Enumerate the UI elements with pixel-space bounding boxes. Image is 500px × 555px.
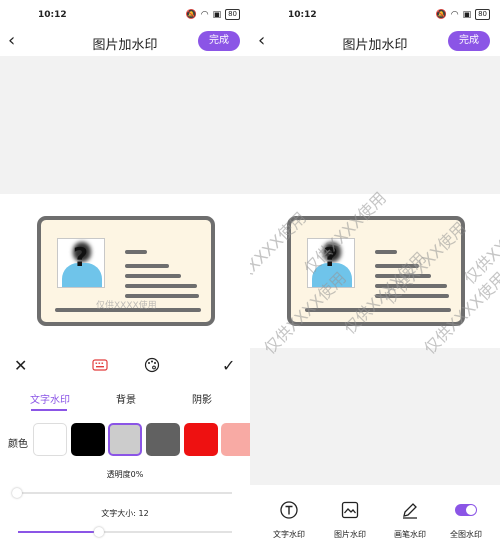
- text-watermark-button[interactable]: 文字水印: [261, 499, 317, 540]
- id-card-image: ?: [287, 216, 465, 326]
- full-image-watermark-toggle[interactable]: 全图水印: [438, 499, 494, 540]
- avatar: ?: [57, 238, 105, 288]
- confirm-icon[interactable]: ✓: [222, 356, 235, 375]
- color-swatch-pink[interactable]: [221, 423, 250, 456]
- opacity-slider[interactable]: [12, 488, 232, 498]
- brush-watermark-button[interactable]: 画笔水印: [382, 499, 438, 540]
- battery-icon: 80: [475, 9, 490, 20]
- image-watermark-button[interactable]: 图片水印: [322, 499, 378, 540]
- close-icon[interactable]: ✕: [14, 356, 27, 375]
- mute-icon: 🔕: [435, 9, 447, 20]
- done-button[interactable]: 完成: [198, 31, 240, 51]
- wifi-icon: ◠: [200, 9, 209, 20]
- id-card-image: ?: [37, 216, 215, 326]
- battery-icon: 80: [225, 9, 240, 20]
- mute-icon: 🔕: [185, 9, 197, 20]
- tab-shadow[interactable]: 阴影: [192, 391, 212, 406]
- keyboard-icon[interactable]: [92, 357, 108, 376]
- opacity-slider-knob[interactable]: [12, 488, 22, 498]
- sim-icon: ▣: [212, 9, 222, 20]
- sim-icon: ▣: [462, 9, 472, 20]
- text-size-slider-knob[interactable]: [94, 527, 104, 537]
- color-swatch-white[interactable]: [33, 423, 67, 456]
- palette-icon[interactable]: [144, 357, 160, 377]
- tab-text-watermark[interactable]: 文字水印: [30, 391, 70, 406]
- status-bar: 10:12 🔕 ◠ ▣ 80: [0, 0, 250, 28]
- color-label: 颜色: [8, 439, 28, 450]
- left-screen: 10:12 🔕 ◠ ▣ 80 ‹ 图片加水印 完成 ? 仅供XXXX使用 ✕ ✓…: [0, 0, 250, 555]
- text-size-slider-fill: [18, 531, 94, 533]
- top-nav: ‹ 图片加水印 完成: [0, 28, 250, 56]
- color-swatch-black[interactable]: [71, 423, 105, 456]
- done-button[interactable]: 完成: [448, 31, 490, 51]
- toggle-switch[interactable]: [455, 504, 477, 516]
- opacity-label: 透明度0%: [106, 470, 144, 479]
- question-icon: ?: [73, 243, 89, 273]
- panel-tabs: 文字水印 背景 阴影: [0, 391, 250, 415]
- text-size-slider[interactable]: [18, 527, 232, 537]
- status-time: 10:12: [38, 10, 67, 20]
- color-swatch-lightgray[interactable]: [108, 423, 142, 456]
- right-screen: 10:12 🔕 ◠ ▣ 80 ‹ 图片加水印 完成 ? 仅供XXXX使用 仅供X…: [250, 0, 500, 555]
- color-swatch-red[interactable]: [184, 423, 218, 456]
- canvas-top-area: [250, 56, 500, 194]
- active-tab-indicator: [31, 409, 67, 411]
- text-size-label: 文字大小: 12: [101, 509, 149, 518]
- text-icon: [261, 499, 317, 521]
- status-bar: 10:12 🔕 ◠ ▣ 80: [250, 0, 500, 28]
- canvas-bottom-area: [250, 348, 500, 485]
- avatar: ?: [307, 238, 355, 288]
- text-watermark-panel: ✕ ✓ 文字水印 背景 阴影 颜色 透明度0% 文字大小: 12: [0, 348, 250, 555]
- top-nav: ‹ 图片加水印 完成: [250, 28, 500, 56]
- status-time: 10:12: [288, 10, 317, 20]
- wifi-icon: ◠: [450, 9, 459, 20]
- pen-icon: [382, 499, 438, 521]
- image-icon: [322, 499, 378, 521]
- tab-background[interactable]: 背景: [116, 391, 136, 406]
- canvas-top-area: [0, 56, 250, 194]
- watermark-type-bar: 文字水印 图片水印 画笔水印 全图水印: [250, 485, 500, 555]
- question-icon: ?: [323, 243, 339, 273]
- color-swatch-gray[interactable]: [146, 423, 180, 456]
